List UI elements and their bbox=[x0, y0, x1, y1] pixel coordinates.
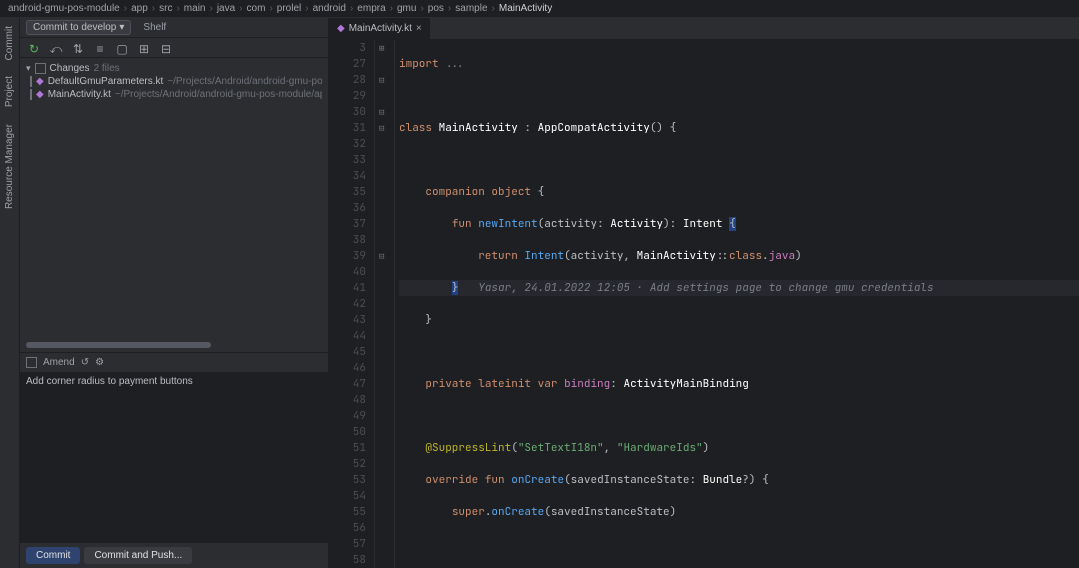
line-number-gutter: 3 27 28 29 30 31 32 33 34 35 36 37 38 39… bbox=[329, 40, 375, 568]
commit-button[interactable]: Commit bbox=[26, 547, 80, 564]
changes-tree: ▾ Changes 2 files ◆ DefaultGmuParameters… bbox=[20, 58, 328, 105]
rail-commit[interactable]: Commit bbox=[4, 22, 15, 64]
gear-icon[interactable]: ⚙ bbox=[95, 357, 104, 368]
changes-label: Changes bbox=[50, 63, 90, 74]
crumb[interactable]: src bbox=[159, 3, 172, 14]
editor-tab[interactable]: ◆ MainActivity.kt × bbox=[329, 18, 431, 39]
rollback-icon[interactable]: ⤺ bbox=[48, 41, 64, 57]
crumb[interactable]: sample bbox=[455, 3, 487, 14]
file-name: DefaultGmuParameters.kt bbox=[48, 76, 164, 87]
crumb[interactable]: gmu bbox=[397, 3, 416, 14]
commit-and-push-button[interactable]: Commit and Push... bbox=[84, 547, 192, 564]
close-icon[interactable]: × bbox=[416, 23, 422, 34]
crumb[interactable]: pos bbox=[428, 3, 444, 14]
inline-blame: Yasar, 24.01.2022 12:05 · Add settings p… bbox=[478, 281, 933, 295]
editor-tabs: ◆ MainActivity.kt × bbox=[329, 18, 1079, 40]
crumb[interactable]: android-gmu-pos-module bbox=[8, 3, 120, 14]
tab-shelf[interactable]: Shelf bbox=[139, 20, 170, 35]
kotlin-file-icon: ◆ bbox=[36, 76, 44, 87]
diff-icon[interactable]: ⇅ bbox=[70, 41, 86, 57]
tool-window-rail: Commit Project Resource Manager bbox=[0, 18, 20, 568]
crumb[interactable]: com bbox=[247, 3, 266, 14]
fold-gutter: ⊞ ⊟ ⊟ ⊟ ⊟ bbox=[375, 40, 395, 568]
branch-select[interactable]: Commit to develop ▾ bbox=[26, 20, 131, 35]
kotlin-file-icon: ◆ bbox=[36, 89, 44, 100]
rail-project[interactable]: Project bbox=[4, 72, 15, 111]
crumb[interactable]: java bbox=[217, 3, 235, 14]
expand-icon[interactable]: ⊞ bbox=[136, 41, 152, 57]
commit-panel: Commit to develop ▾ Shelf ↻ ⤺ ⇅ ≡ ▢ ⊞ ⊟ … bbox=[20, 18, 329, 568]
checkbox-file[interactable] bbox=[30, 89, 32, 100]
collapse-icon[interactable]: ⊟ bbox=[158, 41, 174, 57]
file-name: MainActivity.kt bbox=[48, 89, 111, 100]
file-path: ~/Projects/Android/android-gmu-pos-modul… bbox=[115, 89, 322, 100]
checkbox-root[interactable] bbox=[35, 63, 46, 74]
changes-file[interactable]: ◆ MainActivity.kt ~/Projects/Android/and… bbox=[26, 88, 322, 101]
kotlin-file-icon: ◆ bbox=[337, 23, 345, 34]
crumb[interactable]: prolel bbox=[277, 3, 301, 14]
horizontal-scrollbar[interactable] bbox=[26, 342, 211, 348]
chevron-down-icon: ▾ bbox=[119, 22, 124, 33]
code-content[interactable]: import ... class MainActivity : AppCompa… bbox=[395, 40, 1079, 568]
commit-message-input[interactable] bbox=[20, 372, 328, 542]
history-icon[interactable]: ↺ bbox=[81, 357, 89, 368]
checkbox-file[interactable] bbox=[30, 76, 32, 87]
code-editor[interactable]: 3 27 28 29 30 31 32 33 34 35 36 37 38 39… bbox=[329, 40, 1079, 568]
crumb[interactable]: MainActivity bbox=[499, 3, 552, 14]
crumb[interactable]: empra bbox=[357, 3, 385, 14]
commit-toolbar: ↻ ⤺ ⇅ ≡ ▢ ⊞ ⊟ bbox=[20, 38, 328, 58]
crumb[interactable]: main bbox=[184, 3, 206, 14]
group-icon[interactable]: ▢ bbox=[114, 41, 130, 57]
amend-label: Amend bbox=[43, 357, 75, 368]
changes-file[interactable]: ◆ DefaultGmuParameters.kt ~/Projects/And… bbox=[26, 75, 322, 88]
editor-tab-label: MainActivity.kt bbox=[349, 23, 412, 34]
refresh-icon[interactable]: ↻ bbox=[26, 41, 42, 57]
editor-area: ◆ MainActivity.kt × 3 27 28 29 30 31 32 … bbox=[329, 18, 1079, 568]
amend-checkbox[interactable] bbox=[26, 357, 37, 368]
rail-resource-manager[interactable]: Resource Manager bbox=[4, 120, 15, 213]
changes-count: 2 files bbox=[94, 63, 120, 74]
file-path: ~/Projects/Android/android-gmu-pos-modul… bbox=[167, 76, 322, 87]
crumb[interactable]: app bbox=[131, 3, 148, 14]
branch-select-label: Commit to develop bbox=[33, 22, 116, 33]
breadcrumb: android-gmu-pos-module› app› src› main› … bbox=[0, 0, 1079, 18]
crumb[interactable]: android bbox=[313, 3, 346, 14]
changes-root[interactable]: ▾ Changes 2 files bbox=[26, 62, 322, 75]
changelist-icon[interactable]: ≡ bbox=[92, 41, 108, 57]
